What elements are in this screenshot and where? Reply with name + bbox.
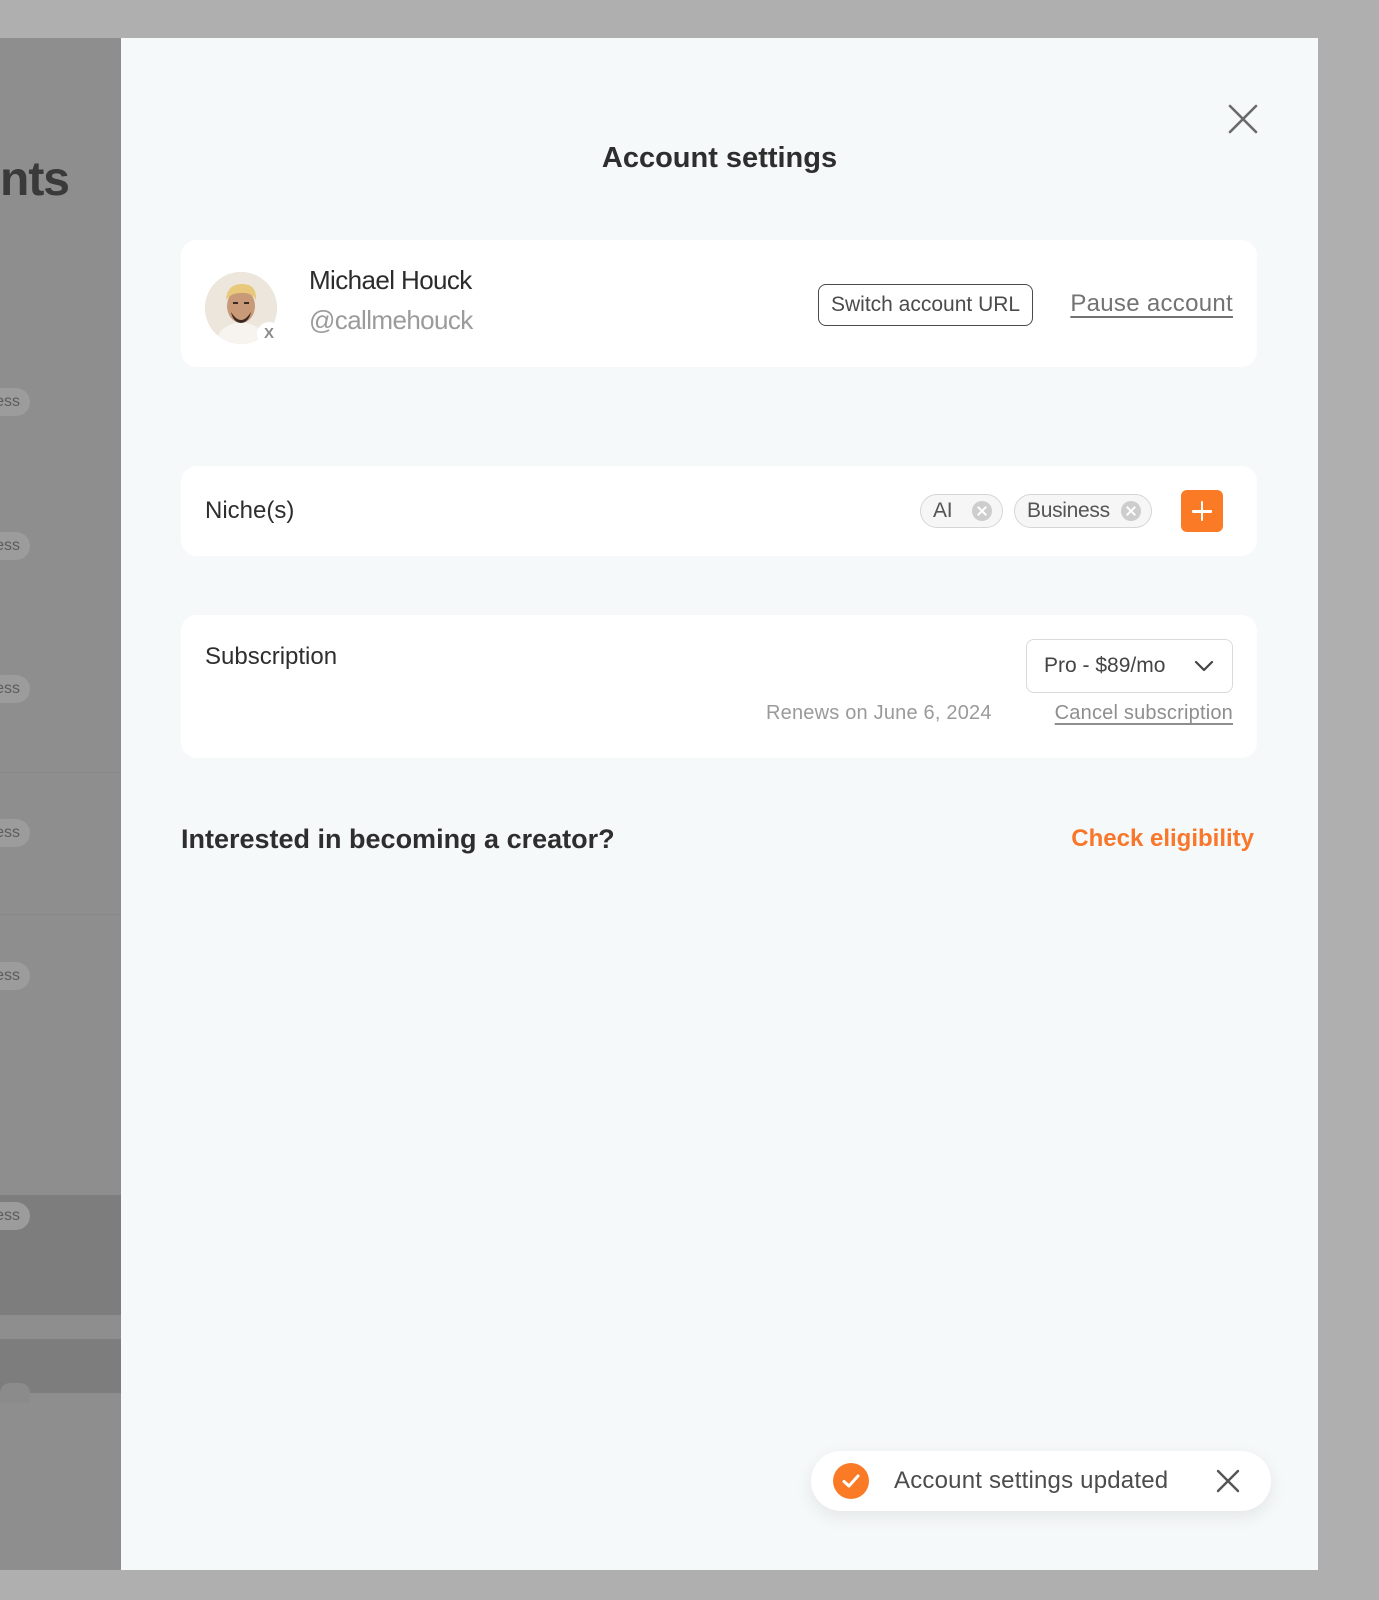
background-tag: ess — [0, 532, 30, 560]
chevron-down-icon — [1194, 660, 1214, 672]
niche-tag-ai: AI — [920, 494, 1003, 528]
background-tag: ess — [0, 675, 30, 703]
background-page-title: nts — [0, 153, 70, 206]
toast-message: Account settings updated — [894, 1467, 1169, 1494]
renewal-date-text: Renews on June 6, 2024 — [766, 702, 992, 724]
background-tag: ess — [0, 1202, 30, 1230]
cancel-subscription-link[interactable]: Cancel subscription — [1055, 697, 1233, 729]
avatar: X — [205, 272, 281, 346]
modal-title: Account settings — [601, 142, 838, 174]
profile-handle: @callmehouck — [309, 305, 473, 335]
subscription-label: Subscription — [205, 643, 338, 670]
niche-tag-business: Business — [1014, 494, 1152, 528]
plan-select-value: Pro - $89/mo — [1044, 654, 1166, 677]
toast-close-icon[interactable] — [1216, 1469, 1240, 1493]
niche-card: Niche(s) AI Business — [181, 466, 1257, 556]
profile-card: X Michael Houck @callmehouck Switch acco… — [181, 240, 1257, 367]
background-divider — [0, 772, 121, 773]
niche-label: Niche(s) — [205, 497, 295, 524]
background-tag: ess — [0, 819, 30, 847]
background-tab — [0, 1383, 30, 1403]
subscription-card: Subscription Pro - $89/mo Renews on June… — [181, 615, 1257, 758]
plan-select[interactable]: Pro - $89/mo — [1026, 639, 1233, 693]
niche-tag-label: AI — [933, 499, 953, 522]
background-divider — [0, 914, 121, 915]
check-eligibility-link[interactable]: Check eligibility — [1071, 820, 1254, 858]
plus-icon[interactable] — [1181, 490, 1223, 532]
pause-account-link[interactable]: Pause account — [1070, 286, 1233, 322]
creator-question: Interested in becoming a creator? — [181, 824, 615, 854]
switch-account-url-button[interactable]: Switch account URL — [818, 284, 1034, 326]
profile-name: Michael Houck — [309, 265, 472, 295]
background-tag: ess — [0, 388, 30, 416]
toast-notification: Account settings updated — [811, 1451, 1271, 1511]
niche-tag-label: Business — [1027, 499, 1110, 522]
remove-tag-icon[interactable] — [972, 501, 992, 521]
background-tag: ess — [0, 962, 30, 990]
remove-tag-icon[interactable] — [1121, 501, 1141, 521]
x-logo-icon: X — [257, 322, 281, 346]
check-circle-icon — [833, 1463, 869, 1499]
close-icon[interactable] — [1228, 104, 1258, 134]
account-settings-modal: Account settings X Michael Houck @callme… — [121, 38, 1318, 1570]
